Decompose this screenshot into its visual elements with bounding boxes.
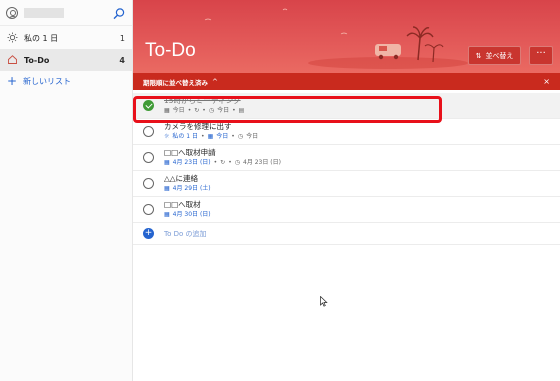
repeat-icon: ↻ <box>194 107 200 114</box>
sun-icon: ☼ <box>164 133 170 140</box>
complete-checkbox[interactable] <box>143 178 154 189</box>
task-title: 15時からミーティング <box>164 96 241 105</box>
task-meta: ▦ 4月 29日 (土) <box>164 184 211 193</box>
task-reminder: 今日 <box>217 107 230 114</box>
page-title: To-Do <box>145 40 196 61</box>
task-due: 4月 29日 (土) <box>172 185 211 192</box>
avatar-icon[interactable] <box>6 6 18 19</box>
calendar-icon: ▦ <box>164 185 170 192</box>
task-row[interactable]: △△に連絡 ▦ 4月 29日 (土) <box>133 171 560 197</box>
new-list-button[interactable]: + 新しいリスト <box>0 71 132 91</box>
alarm-icon: ◷ <box>234 159 240 166</box>
more-options-button[interactable]: ··· <box>529 46 553 65</box>
sun-icon <box>7 32 18 45</box>
complete-checkbox[interactable] <box>143 204 154 215</box>
task-meta: ▦ 4月 23日 (日) • ↻ • ◷ 4月 23日 (日) <box>164 159 281 166</box>
sort-status-bar: 期限順に並べ替え済み ^ × <box>133 73 560 90</box>
user-name-redacted <box>24 7 64 18</box>
sidebar-item-count: 1 <box>119 33 125 43</box>
alarm-icon: ◷ <box>208 107 215 114</box>
complete-checkbox[interactable] <box>143 152 154 163</box>
plus-icon: + <box>143 228 154 239</box>
task-reminder: 今日 <box>246 133 259 140</box>
task-meta: ▦ 4月 30日 (日) <box>164 210 211 219</box>
task-meta: ☼ 私の 1 日 • ▦ 今日 • ◷ 今日 <box>164 133 259 140</box>
sort-icon: ⇅ <box>475 51 482 60</box>
main-pane: To-Do ⇅ 並べ替え ··· 期限順に並べ替え済み ^ × 15時からミーテ… <box>133 0 560 381</box>
calendar-icon: ▦ <box>164 107 170 114</box>
new-list-label: 新しいリスト <box>23 76 71 86</box>
calendar-icon: ▦ <box>164 159 170 166</box>
chevron-up-icon[interactable]: ^ <box>212 78 218 86</box>
add-task-placeholder: To Do の追加 <box>164 229 207 238</box>
task-row[interactable]: □□へ取材 ▦ 4月 30日 (日) <box>133 197 560 223</box>
sort-button-label: 並べ替え <box>485 51 514 60</box>
calendar-icon: ▦ <box>207 133 214 140</box>
sidebar-item-my-day[interactable]: 私の 1 日 1 <box>0 27 132 49</box>
task-title: △△に連絡 <box>164 174 199 183</box>
plus-icon: + <box>7 74 18 88</box>
task-row[interactable]: カメラを修理に出す ☼ 私の 1 日 • ▦ 今日 • ◷ 今日 <box>133 119 560 145</box>
search-icon[interactable] <box>112 6 126 20</box>
task-title: カメラを修理に出す <box>164 122 232 131</box>
task-due: 4月 30日 (日) <box>172 211 211 218</box>
task-title: □□へ取材申請 <box>164 148 216 157</box>
user-row <box>0 0 132 26</box>
sidebar-item-label: 私の 1 日 <box>24 33 59 43</box>
sort-button[interactable]: ⇅ 並べ替え <box>468 46 521 65</box>
add-task-input[interactable]: + To Do の追加 <box>133 223 560 245</box>
mouse-cursor-icon <box>320 296 328 307</box>
complete-checkbox[interactable] <box>143 126 154 137</box>
task-list: 15時からミーティング ▦ 今日 • ↻ • ◷ 今日 • ▤ カメラを修理に出… <box>133 93 560 245</box>
sidebar-item-todo[interactable]: To-Do 4 <box>0 49 132 71</box>
sidebar-item-count: 4 <box>119 55 125 65</box>
task-due: 4月 23日 (日) <box>172 159 211 166</box>
task-due: 今日 <box>172 107 185 114</box>
calendar-icon: ▦ <box>164 211 170 218</box>
task-my-day: 私の 1 日 <box>172 133 199 140</box>
task-meta: ▦ 今日 • ↻ • ◷ 今日 • ▤ <box>164 107 245 114</box>
note-icon: ▤ <box>238 107 245 114</box>
sidebar-item-label: To-Do <box>24 55 50 65</box>
completed-checkbox[interactable] <box>143 100 154 111</box>
close-icon[interactable]: × <box>543 77 550 86</box>
task-due: 今日 <box>216 133 229 140</box>
task-row[interactable]: □□へ取材申請 ▦ 4月 23日 (日) • ↻ • ◷ 4月 23日 (日) <box>133 145 560 171</box>
task-reminder: 4月 23日 (日) <box>243 159 281 166</box>
sidebar: 私の 1 日 1 To-Do 4 + 新しいリスト <box>0 0 133 381</box>
alarm-icon: ◷ <box>237 133 244 140</box>
task-title: □□へ取材 <box>164 200 201 209</box>
sort-status-label: 期限順に並べ替え済み <box>143 78 208 87</box>
task-row[interactable]: 15時からミーティング ▦ 今日 • ↻ • ◷ 今日 • ▤ <box>133 93 560 119</box>
home-icon <box>7 54 18 67</box>
repeat-icon: ↻ <box>220 159 226 166</box>
list-header: To-Do ⇅ 並べ替え ··· <box>133 0 560 73</box>
